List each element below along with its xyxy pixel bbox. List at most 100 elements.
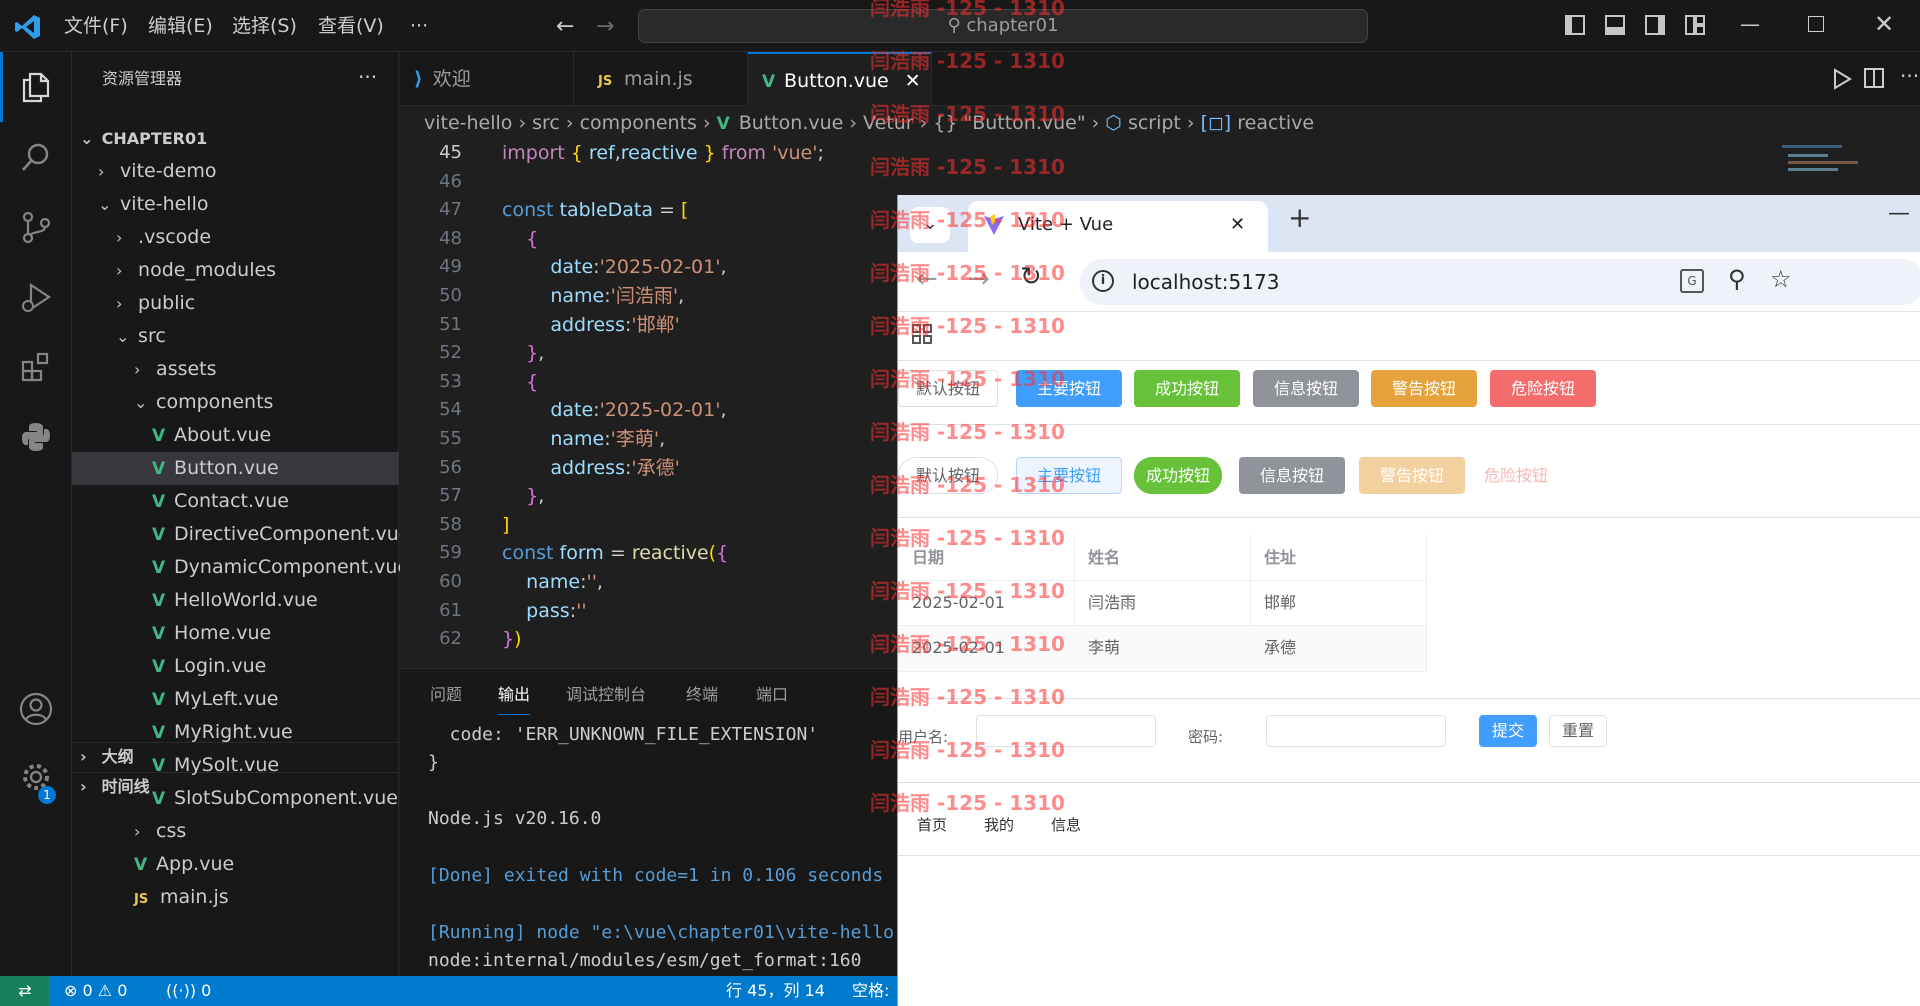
tree-item[interactable]: ⌄ components <box>72 386 399 419</box>
run-debug-icon[interactable] <box>0 262 72 332</box>
tree-item[interactable]: V MyLeft.vue <box>72 683 399 716</box>
source-control-icon[interactable] <box>0 192 72 262</box>
close-window-icon[interactable]: ✕ <box>1874 10 1894 38</box>
customize-layout-icon[interactable] <box>1685 15 1705 35</box>
tree-item[interactable]: V Home.vue <box>72 617 399 650</box>
minimap[interactable] <box>1778 139 1920 199</box>
tree-item[interactable]: ⌄ vite-hello <box>72 188 399 221</box>
line-number: 54 <box>439 399 462 421</box>
tree-item[interactable]: V DynamicComponent.vue <box>72 551 409 584</box>
tab-debug-console[interactable]: 调试控制台 <box>566 669 646 721</box>
password-input[interactable] <box>1266 715 1446 747</box>
close-tab-icon[interactable]: ✕ <box>1230 201 1245 249</box>
info-button[interactable]: 信息按钮 <box>1253 370 1359 407</box>
ports-status[interactable]: ((·)) 0 <box>166 976 211 1006</box>
output-line: } <box>428 752 439 773</box>
tree-item[interactable]: › public <box>72 287 399 320</box>
python-icon[interactable] <box>0 402 72 472</box>
toggle-panel-icon[interactable] <box>1605 15 1625 35</box>
tree-item[interactable]: V Button.vue <box>72 452 399 485</box>
tree-item[interactable]: V MySolt.vue <box>72 749 399 782</box>
watermark: 闫浩雨 -125 - 1310 <box>870 314 1065 338</box>
tree-item[interactable]: › .vscode <box>72 221 399 254</box>
cursor-position[interactable]: 行 45，列 14 <box>726 976 825 1006</box>
tree-item[interactable]: › node_modules <box>72 254 399 287</box>
toggle-sidebar-icon[interactable] <box>1565 15 1585 35</box>
search-activity-icon[interactable] <box>0 122 72 192</box>
menu-more[interactable]: ··· <box>410 0 428 52</box>
more-actions-icon[interactable]: ··· <box>358 52 377 106</box>
tree-item[interactable]: V Login.vue <box>72 650 399 683</box>
forward-arrow-icon[interactable]: → <box>596 14 614 39</box>
danger-button[interactable]: 危险按钮 <box>1490 370 1596 407</box>
tree-item[interactable]: › css <box>72 815 399 848</box>
info-button-2[interactable]: 信息按钮 <box>1239 457 1345 494</box>
bookmark-star-icon[interactable]: ☆ <box>1770 265 1792 293</box>
indentation-status[interactable]: 空格: <box>852 976 889 1006</box>
js-icon: JS <box>598 74 613 89</box>
success-round-button[interactable]: 成功按钮 <box>1134 457 1222 494</box>
chevron-right-icon: › <box>134 822 141 841</box>
menu-file[interactable]: 文件(F) <box>64 0 128 52</box>
menu-select[interactable]: 选择(S) <box>232 0 297 52</box>
tree-item[interactable]: V MyRight.vue <box>72 716 399 749</box>
tree-item[interactable]: V About.vue <box>72 419 399 452</box>
tree-item[interactable]: ⌄ src <box>72 320 399 353</box>
explorer-icon[interactable] <box>0 52 72 122</box>
password-label: 密码: <box>1188 728 1224 746</box>
warning-icon: ⚠ <box>97 981 113 1000</box>
breadcrumb-item[interactable]: src <box>532 112 560 134</box>
tree-item[interactable]: V App.vue <box>72 848 399 881</box>
tree-item-label: components <box>156 391 274 413</box>
menu-edit[interactable]: 编辑(E) <box>148 0 213 52</box>
tab-terminal[interactable]: 终端 <box>686 669 718 721</box>
tree-item[interactable]: V SlotSubComponent.vue <box>72 782 399 815</box>
run-code-icon[interactable] <box>1832 68 1852 90</box>
vue-icon: V <box>152 591 166 611</box>
watermark: 闫浩雨 -125 - 1310 <box>870 738 1065 762</box>
accounts-icon[interactable] <box>0 674 72 744</box>
maximize-icon[interactable] <box>1808 16 1824 32</box>
breadcrumb-item[interactable]: reactive <box>1237 112 1314 134</box>
watermark: 闫浩雨 -125 - 1310 <box>870 579 1065 603</box>
breadcrumb-item[interactable]: script <box>1128 112 1181 134</box>
zoom-icon[interactable]: ⚲ <box>1728 265 1746 293</box>
address-bar[interactable]: i localhost:5173 G ⚲ ☆ <box>1080 259 1920 305</box>
submit-button[interactable]: 提交 <box>1479 715 1537 747</box>
editor-more-icon[interactable]: ··· <box>1900 64 1919 88</box>
folder-root[interactable]: ⌄ CHAPTER01 <box>80 122 207 155</box>
tab-welcome[interactable]: ⟩ 欢迎 <box>400 52 574 106</box>
output-content[interactable]: code: 'ERR_UNKNOWN_FILE_EXTENSION' } Nod… <box>400 721 920 977</box>
breadcrumb-item[interactable]: vite-hello <box>424 112 512 134</box>
warning-button[interactable]: 警告按钮 <box>1371 370 1477 407</box>
minimize-icon[interactable]: — <box>1888 201 1910 226</box>
success-button[interactable]: 成功按钮 <box>1134 370 1240 407</box>
reset-button[interactable]: 重置 <box>1549 715 1607 747</box>
tree-item[interactable]: JS main.js <box>72 881 399 914</box>
tree-item[interactable]: V DirectiveComponent.vue <box>72 518 410 551</box>
extensions-icon[interactable] <box>0 332 72 402</box>
settings-gear-icon[interactable]: 1 <box>0 742 72 812</box>
remote-icon[interactable]: ⇄ <box>0 976 50 1006</box>
split-editor-icon[interactable] <box>1864 68 1884 88</box>
back-arrow-icon[interactable]: ← <box>556 14 574 39</box>
translate-icon[interactable]: G <box>1680 269 1704 293</box>
tab-output[interactable]: 输出 <box>498 675 531 715</box>
site-info-icon[interactable]: i <box>1092 270 1114 292</box>
tab-problems[interactable]: 问题 <box>430 669 462 721</box>
new-tab-icon[interactable]: + <box>1288 201 1311 234</box>
minimize-icon[interactable]: — <box>1740 12 1760 36</box>
problems-status[interactable]: ⊗ 0 ⚠ 0 <box>64 976 127 1006</box>
toggle-secondary-sidebar-icon[interactable] <box>1645 15 1665 35</box>
tree-item[interactable]: V Contact.vue <box>72 485 399 518</box>
danger-text-button[interactable]: 危险按钮 <box>1476 457 1556 494</box>
tree-item[interactable]: › assets <box>72 353 399 386</box>
tree-item[interactable]: V HelloWorld.vue <box>72 584 399 617</box>
breadcrumb-item[interactable]: Button.vue <box>739 112 844 134</box>
tree-item[interactable]: › vite-demo <box>72 155 399 188</box>
menu-view[interactable]: 查看(V) <box>318 0 384 52</box>
tab-main-js[interactable]: JS main.js <box>574 52 748 106</box>
breadcrumb-item[interactable]: components <box>580 112 697 134</box>
tree-item-label: Home.vue <box>174 622 272 644</box>
tab-ports[interactable]: 端口 <box>756 669 788 721</box>
